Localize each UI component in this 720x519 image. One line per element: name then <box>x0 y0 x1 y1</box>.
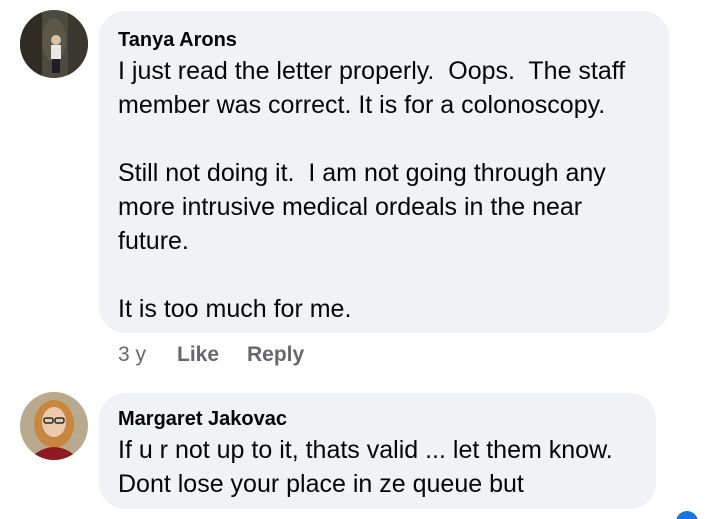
comment-paragraph: Still not doing it. I am not going throu… <box>118 159 613 255</box>
avatar-margaret-jakovac[interactable] <box>20 392 88 460</box>
comment-author[interactable]: Margaret Jakovac <box>118 407 287 431</box>
blue-circle-badge-icon[interactable] <box>676 511 698 519</box>
profile-photo-icon <box>20 392 88 460</box>
comment-paragraph: It is too much for me. <box>118 295 352 323</box>
profile-photo-icon <box>20 10 88 78</box>
comment-paragraph: I just read the letter properly. Oops. T… <box>118 57 633 119</box>
comments-thread: Tanya Arons I just read the letter prope… <box>0 0 720 519</box>
like-button[interactable]: Like <box>177 342 219 368</box>
comment-paragraph: If u r not up to it, thats valid ... let… <box>118 436 620 498</box>
comment-bubble-1: Tanya Arons I just read the letter prope… <box>99 11 669 333</box>
comment-bubble-2: Margaret Jakovac If u r not up to it, th… <box>99 393 656 509</box>
reply-button[interactable]: Reply <box>247 342 304 368</box>
comment-author[interactable]: Tanya Arons <box>118 28 237 52</box>
comment-timestamp[interactable]: 3 y <box>118 342 146 368</box>
avatar-tanya-arons[interactable] <box>20 10 88 78</box>
comment-actions: 3 y Like Reply <box>118 342 378 368</box>
